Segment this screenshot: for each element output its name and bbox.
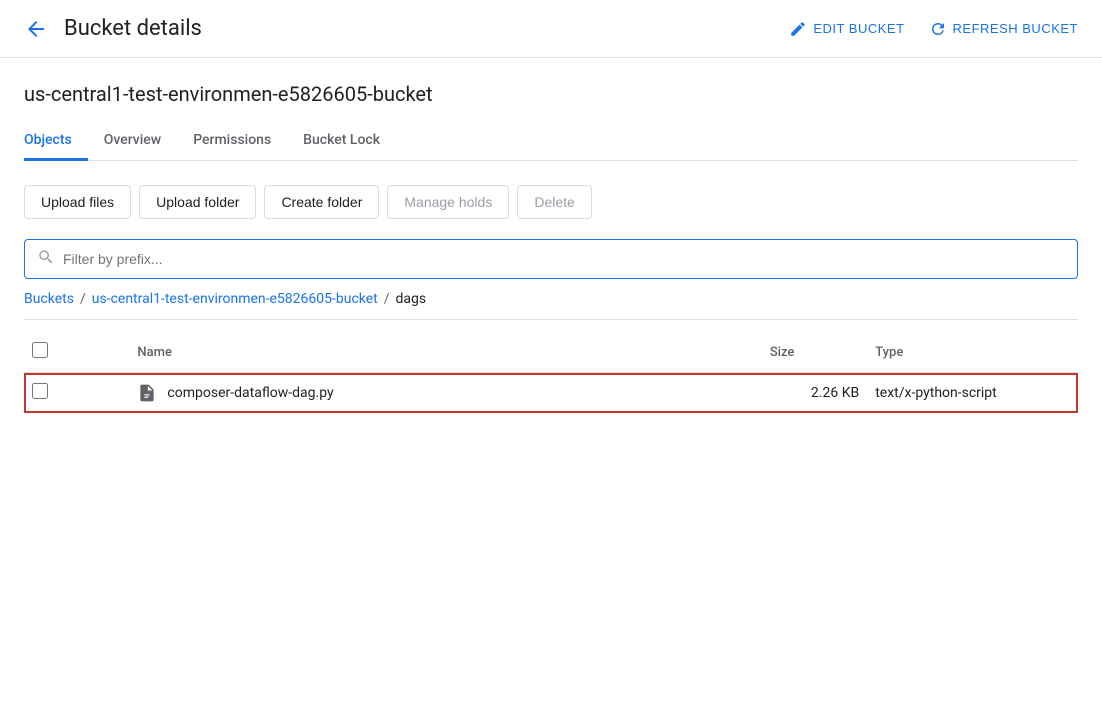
tab-bucket-lock[interactable]: Bucket Lock xyxy=(287,122,396,161)
table-row[interactable]: composer-dataflow-dag.py 2.26 KB text/x-… xyxy=(24,373,1078,414)
upload-folder-button[interactable]: Upload folder xyxy=(139,185,256,219)
manage-holds-button: Manage holds xyxy=(387,185,509,219)
create-folder-button[interactable]: Create folder xyxy=(264,185,379,219)
delete-button: Delete xyxy=(517,185,591,219)
breadcrumb-sep-1: / xyxy=(80,291,86,307)
tab-overview[interactable]: Overview xyxy=(88,122,177,161)
table-body: composer-dataflow-dag.py 2.26 KB text/x-… xyxy=(24,373,1078,414)
header-actions: EDIT BUCKET REFRESH BUCKET xyxy=(789,20,1078,38)
table-header: Name Size Type xyxy=(24,332,1078,373)
file-name[interactable]: composer-dataflow-dag.py xyxy=(167,385,333,401)
row-type-cell: text/x-python-script xyxy=(867,373,1078,414)
action-buttons-row: Upload files Upload folder Create folder… xyxy=(24,185,1078,219)
tab-objects[interactable]: Objects xyxy=(24,122,88,161)
th-name: Name xyxy=(129,332,761,373)
name-cell-content: composer-dataflow-dag.py xyxy=(137,383,753,403)
search-icon xyxy=(37,248,55,270)
row-checkbox[interactable] xyxy=(32,383,48,399)
breadcrumb-buckets[interactable]: Buckets xyxy=(24,291,74,307)
breadcrumb: Buckets / us-central1-test-environmen-e5… xyxy=(24,291,1078,320)
filter-bar xyxy=(24,239,1078,279)
row-size-cell: 2.26 KB xyxy=(762,373,867,414)
edit-bucket-button[interactable]: EDIT BUCKET xyxy=(789,20,904,38)
row-name-cell: composer-dataflow-dag.py xyxy=(129,373,761,414)
th-checkbox xyxy=(24,332,129,373)
breadcrumb-sep-2: / xyxy=(384,291,390,307)
breadcrumb-current: dags xyxy=(396,291,427,307)
select-all-checkbox[interactable] xyxy=(32,342,48,358)
upload-files-button[interactable]: Upload files xyxy=(24,185,131,219)
back-button[interactable] xyxy=(24,17,48,41)
tab-permissions[interactable]: Permissions xyxy=(177,122,287,161)
edit-bucket-label: EDIT BUCKET xyxy=(813,21,904,36)
page-header: Bucket details EDIT BUCKET REFRESH BUCKE… xyxy=(0,0,1102,58)
tab-bar: Objects Overview Permissions Bucket Lock xyxy=(24,122,1078,161)
main-content: us-central1-test-environmen-e5826605-buc… xyxy=(0,58,1102,413)
files-table: Name Size Type composer-da xyxy=(24,332,1078,413)
bucket-name: us-central1-test-environmen-e5826605-buc… xyxy=(24,82,1078,106)
th-type: Type xyxy=(867,332,1078,373)
row-checkbox-cell xyxy=(24,373,129,414)
filter-input[interactable] xyxy=(63,251,1065,267)
th-size: Size xyxy=(762,332,867,373)
breadcrumb-bucket-name[interactable]: us-central1-test-environmen-e5826605-buc… xyxy=(92,291,378,307)
refresh-bucket-button[interactable]: REFRESH BUCKET xyxy=(929,20,1078,38)
file-icon xyxy=(137,383,157,403)
refresh-bucket-label: REFRESH BUCKET xyxy=(953,21,1078,36)
page-title: Bucket details xyxy=(64,16,773,41)
